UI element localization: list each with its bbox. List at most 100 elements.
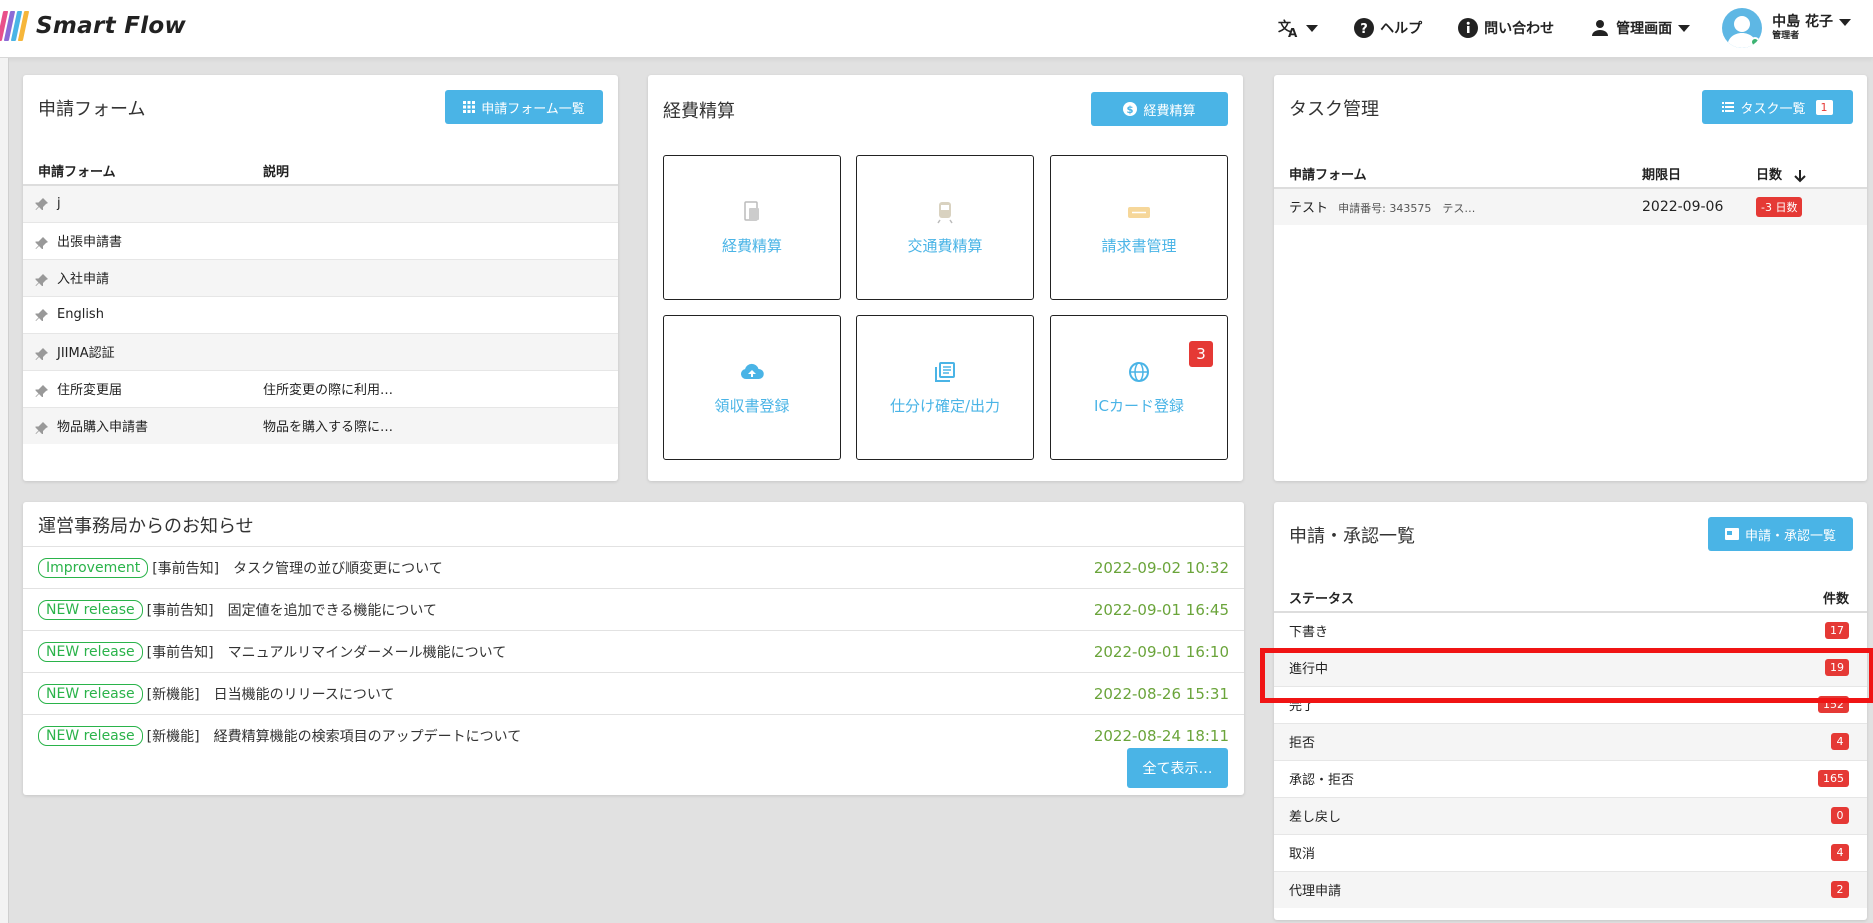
pin-icon[interactable]: [35, 308, 49, 322]
form-name: JIIMA認証: [57, 346, 115, 361]
table-row[interactable]: j: [23, 184, 618, 222]
user-role: 管理者: [1772, 31, 1800, 41]
ticket-icon: [1128, 207, 1150, 218]
status-label: 取消: [1289, 847, 1316, 862]
button-label: 申請フォーム一覧: [481, 101, 585, 117]
dollar-icon: $: [1123, 102, 1138, 116]
form-list-button[interactable]: 申請フォーム一覧: [445, 90, 603, 124]
task-form-name: テスト: [1289, 201, 1329, 216]
help-link[interactable]: ? ヘルプ: [1354, 18, 1422, 38]
show-all-button[interactable]: 全て表示…: [1127, 748, 1228, 788]
pin-icon[interactable]: [35, 384, 49, 398]
tile-receipt-register[interactable]: 領収書登録: [663, 315, 841, 460]
pin-icon[interactable]: [35, 236, 49, 250]
news-tag: NEW release: [38, 683, 143, 704]
user-info: 中島 花子 管理者: [1772, 14, 1851, 42]
table-row[interactable]: テスト 申請番号: 343575 テス… 2022-09-06 -3 日数: [1274, 187, 1867, 225]
pin-icon[interactable]: [35, 421, 49, 435]
tile-transport[interactable]: 交通費精算: [856, 155, 1034, 300]
form-description: 物品を購入する際に…: [263, 420, 394, 436]
highlight-box: [1260, 648, 1873, 703]
tile-expense[interactable]: 経費精算: [663, 155, 841, 300]
table-row[interactable]: 拒否 4: [1274, 722, 1867, 760]
translate-icon: 文A: [1278, 19, 1298, 38]
table-row[interactable]: JIIMA認証: [23, 332, 618, 370]
form-name: j: [57, 196, 61, 212]
col-header-count: 件数: [1641, 584, 1867, 613]
language-menu[interactable]: 文A: [1278, 18, 1319, 38]
table-row[interactable]: 住所変更届 住所変更の際に利用…: [23, 369, 618, 407]
approval-list-button[interactable]: 申請・承認一覧: [1708, 517, 1853, 551]
table-row[interactable]: 物品購入申請書 物品を購入する際に…: [23, 406, 618, 444]
table-row[interactable]: 入社申請: [23, 258, 618, 296]
news-item[interactable]: NEW release [事前告知] 固定値を追加できる機能について 2022-09-…: [23, 588, 1244, 630]
news-category: [事前告知]: [146, 644, 214, 661]
pin-icon[interactable]: [35, 273, 49, 287]
tasks-table: 申請フォーム 期限日 日数 テスト 申請番号: 343575 テス… 2022-…: [1274, 160, 1867, 225]
news-date: 2022-09-02 10:32: [1093, 558, 1229, 577]
table-row[interactable]: 差し戻し 0: [1274, 796, 1867, 834]
arrow-down-icon: [1793, 169, 1806, 182]
status-count-badge: 2: [1831, 881, 1849, 899]
tile-ic-card[interactable]: 3 ICカード登録: [1050, 315, 1228, 460]
user-menu[interactable]: 中島 花子 管理者: [1722, 8, 1851, 48]
news-item[interactable]: NEW release [事前告知] マニュアルリマインダーメール機能について 202…: [23, 630, 1244, 672]
grid-icon: [463, 101, 476, 113]
news-item[interactable]: NEW release [新機能] 経費精算機能の検索項目のアップデートについて 20…: [23, 714, 1244, 756]
col-header-due[interactable]: 期限日: [1642, 160, 1756, 189]
news-item[interactable]: NEW release [新機能] 日当機能のリリースについて 2022-08-26 …: [23, 672, 1244, 714]
col-header-form[interactable]: 申請フォーム: [1274, 160, 1642, 189]
pin-icon[interactable]: [35, 197, 49, 211]
tasks-panel: タスク管理 タスク一覧 1 申請フォーム 期限日 日数 テスト 申請番号: 34…: [1274, 75, 1867, 481]
news-item[interactable]: Improvement [事前告知] タスク管理の並び順変更について 2022-09-…: [23, 546, 1244, 588]
news-text: 固定値を追加できる機能について: [227, 602, 437, 619]
cloud-upload-icon: [740, 363, 764, 379]
button-label: タスク一覧: [1740, 101, 1806, 117]
chevron-down-icon: [1839, 18, 1851, 26]
form-name: 住所変更届: [57, 383, 123, 398]
brand-logo[interactable]: Smart Flow: [0, 6, 186, 46]
contact-link[interactable]: 問い合わせ: [1458, 18, 1554, 38]
task-list-button[interactable]: タスク一覧 1: [1702, 90, 1853, 124]
notification-badge: 3: [1189, 341, 1213, 367]
table-row[interactable]: 取消 4: [1274, 833, 1867, 871]
table-row[interactable]: 承認・拒否 165: [1274, 759, 1867, 797]
contact-label: 問い合わせ: [1484, 21, 1555, 37]
table-row[interactable]: 代理申請 2: [1274, 870, 1867, 908]
card-icon: [1724, 528, 1739, 540]
header-nav: 文A ? ヘルプ 問い合わせ 管理画面 中島 花子 管理者: [1242, 0, 1873, 56]
task-due: 2022-09-06: [1642, 187, 1756, 225]
panel-title: 経費精算: [663, 101, 735, 122]
form-description: 住所変更の際に利用…: [263, 383, 394, 398]
news-panel: 運営事務局からのお知らせ Improvement [事前告知] タスク管理の並び順変…: [23, 502, 1244, 795]
library-icon: [935, 362, 955, 382]
tile-invoice[interactable]: 請求書管理: [1050, 155, 1228, 300]
news-tag: NEW release: [38, 725, 143, 746]
news-date: 2022-08-26 15:31: [1093, 684, 1229, 703]
tile-journal-output[interactable]: 仕分け確定/出力: [856, 315, 1034, 460]
table-row[interactable]: 下書き 17: [1274, 611, 1867, 649]
table-row[interactable]: 出張申請書: [23, 221, 618, 259]
brand-name: Smart Flow: [36, 13, 187, 39]
status-count-badge: 4: [1831, 733, 1849, 750]
user-name: 中島 花子: [1772, 14, 1833, 30]
tile-label: ICカード登録: [1094, 397, 1184, 415]
expense-button[interactable]: $ 経費精算: [1091, 92, 1228, 126]
admin-menu[interactable]: 管理画面: [1590, 18, 1691, 38]
list-icon: [1722, 102, 1735, 112]
news-tag: NEW release: [38, 599, 143, 620]
col-header-days[interactable]: 日数: [1756, 160, 1867, 189]
table-row[interactable]: English: [23, 295, 618, 333]
button-label: 申請・承認一覧: [1744, 528, 1836, 544]
days-badge: -3 日数: [1756, 197, 1803, 217]
form-name: 出張申請書: [57, 235, 123, 250]
status-count-badge: 4: [1831, 844, 1849, 861]
status-label: 承認・拒否: [1289, 773, 1355, 788]
chevron-down-icon: [1678, 24, 1691, 32]
avatar: [1722, 8, 1763, 48]
approvals-panel: 申請・承認一覧 申請・承認一覧 ステータス 件数 下書き 17 進行中 19 完了 152…: [1274, 502, 1867, 920]
news-category: [新機能]: [146, 728, 200, 745]
news-tag: NEW release: [38, 641, 143, 662]
pin-icon[interactable]: [35, 347, 49, 361]
status-count-badge: 165: [1818, 770, 1849, 787]
